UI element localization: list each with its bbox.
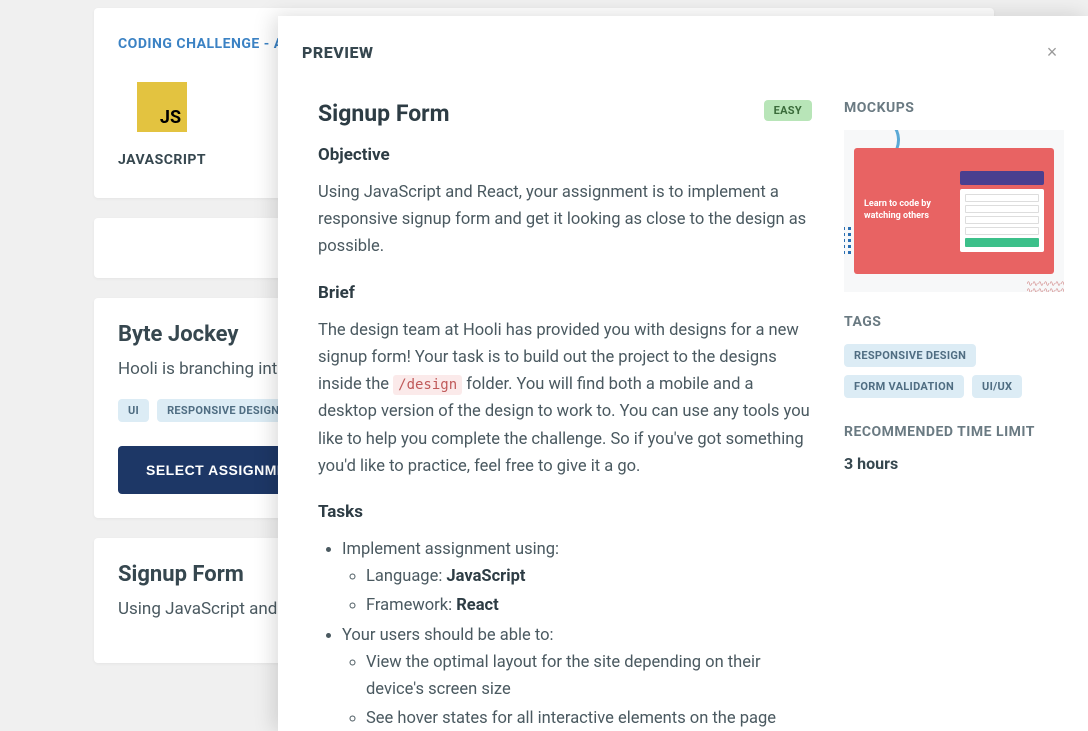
time-limit-heading: RECOMMENDED TIME LIMIT xyxy=(844,424,1064,440)
tag-responsive[interactable]: RESPONSIVE DESIGN xyxy=(157,399,289,422)
objective-heading: Objective xyxy=(318,145,812,165)
mockup-preview[interactable]: ∿∿∿∿∿∿∿∿∿∿∿∿∿∿ Learn to code by watching… xyxy=(844,130,1064,292)
design-folder-code: /design xyxy=(393,375,462,395)
tag-ui-ux[interactable]: UI/UX xyxy=(972,375,1022,398)
task-text: Your users should be able to: xyxy=(342,626,554,645)
decorative-wave: ∿∿∿∿∿∿∿∿∿∿∿∿∿∿ xyxy=(1026,280,1064,292)
close-icon: × xyxy=(1047,42,1058,62)
javascript-icon: JS xyxy=(137,82,187,132)
time-limit-value: 3 hours xyxy=(844,454,1064,473)
tag-ui[interactable]: UI xyxy=(118,399,149,422)
close-button[interactable]: × xyxy=(1040,40,1064,64)
tasks-list: Implement assignment using: Language: Ja… xyxy=(318,536,812,731)
tags-heading: TAGS xyxy=(844,314,1064,330)
mockups-heading: MOCKUPS xyxy=(844,100,1064,116)
objective-text: Using JavaScript and React, your assignm… xyxy=(318,179,812,261)
task-sub-item: Framework: React xyxy=(366,592,812,619)
task-text: Implement assignment using: xyxy=(342,540,559,559)
task-item: Your users should be able to: View the o… xyxy=(342,622,812,731)
modal-sidebar: MOCKUPS ∿∿∿∿∿∿∿∿∿∿∿∿∿∿ Learn to code by … xyxy=(844,100,1064,707)
task-sub-item: View the optimal layout for the site dep… xyxy=(366,649,812,703)
modal-main-content: Signup Form EASY Objective Using JavaScr… xyxy=(318,100,812,707)
mockup-banner xyxy=(960,171,1044,185)
task-value: React xyxy=(456,596,499,615)
tasks-heading: Tasks xyxy=(318,502,812,522)
preview-modal: PREVIEW × Signup Form EASY Objective Usi… xyxy=(278,16,1088,731)
task-label: Language: xyxy=(366,567,446,586)
assignment-title: Signup Form xyxy=(318,100,450,127)
task-sub-item: See hover states for all interactive ele… xyxy=(366,705,812,731)
task-value: JavaScript xyxy=(446,567,525,586)
brief-text: The design team at Hooli has provided yo… xyxy=(318,317,812,480)
task-item: Implement assignment using: Language: Ja… xyxy=(342,536,812,620)
mockup-form xyxy=(960,189,1044,252)
difficulty-badge: EASY xyxy=(764,100,812,121)
language-label: JAVASCRIPT xyxy=(118,152,206,168)
mockup-inner: Learn to code by watching others xyxy=(854,148,1054,274)
task-sub-item: Language: JavaScript xyxy=(366,563,812,590)
tag-responsive-design[interactable]: RESPONSIVE DESIGN xyxy=(844,344,976,367)
task-label: Framework: xyxy=(366,596,456,615)
tag-form-validation[interactable]: FORM VALIDATION xyxy=(844,375,964,398)
modal-header: PREVIEW × xyxy=(278,16,1088,82)
brief-heading: Brief xyxy=(318,283,812,303)
modal-title: PREVIEW xyxy=(302,43,373,62)
language-option[interactable]: JS JAVASCRIPT xyxy=(118,82,206,168)
mockup-heading-text: Learn to code by watching others xyxy=(864,199,950,222)
